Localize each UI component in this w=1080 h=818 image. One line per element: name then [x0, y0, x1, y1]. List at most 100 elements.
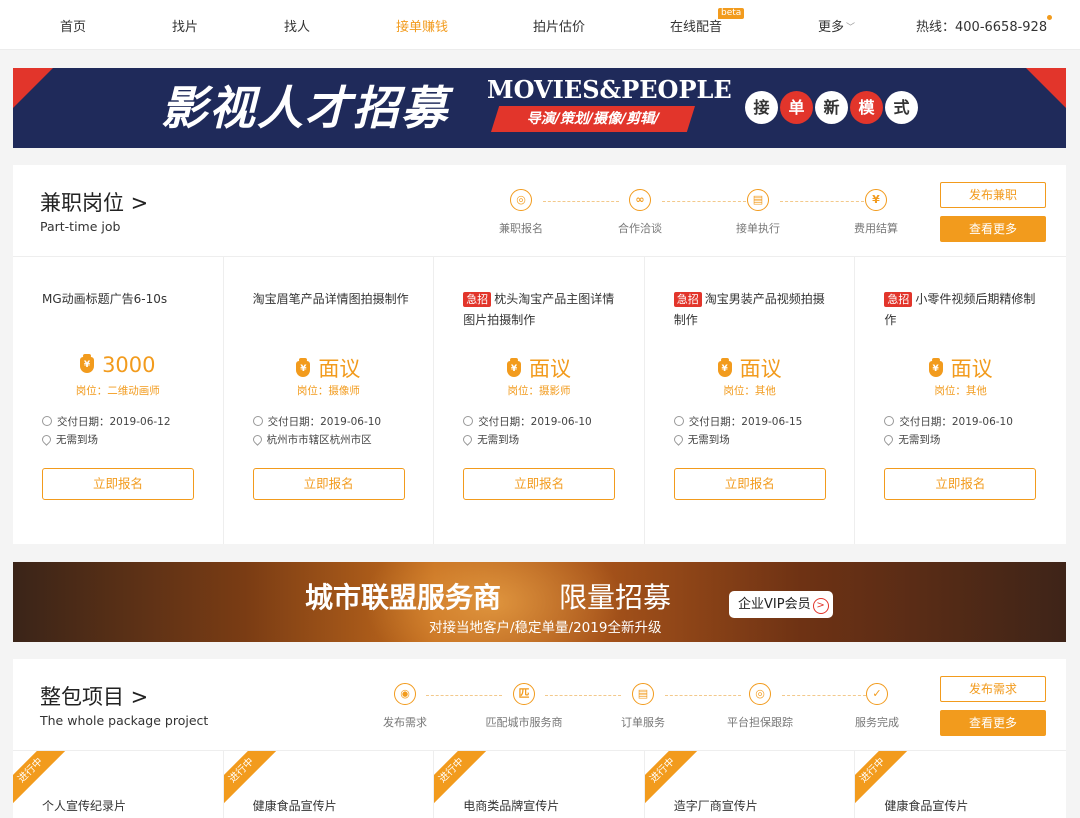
job-price: 面议: [855, 353, 1066, 383]
job-location-text: 无需到场: [898, 434, 941, 446]
job-location: 杭州市市辖区杭州市区: [250, 432, 372, 447]
money-bag-icon: [506, 358, 521, 377]
yuan-icon: ¥: [865, 189, 887, 211]
project-card[interactable]: 进行中 电商类品牌宣传片: [434, 751, 645, 818]
package-header: 整包项目 > The whole package project ◉ 发布需求 …: [13, 659, 1066, 751]
hotline-text: 热线：400-6658-928: [916, 20, 1048, 35]
clock-icon: [673, 416, 684, 426]
vip-label: 企业VIP会员: [738, 597, 811, 612]
step-label: 费用结算: [854, 222, 898, 235]
location-icon: [671, 433, 685, 446]
job-price-value: 面议: [950, 357, 993, 381]
apply-button[interactable]: 立即报名: [252, 468, 405, 500]
project-card[interactable]: 进行中 个人宣传纪录片: [13, 751, 224, 818]
urgent-badge: 急招: [884, 292, 913, 307]
project-card[interactable]: 进行中 健康食品宣传片: [223, 751, 435, 818]
step-order: ▤ 订单服务: [603, 683, 683, 730]
job-date-text: 交付日期：2019-06-10: [899, 416, 1013, 428]
apply-button[interactable]: 立即报名: [42, 468, 194, 500]
job-date-text: 交付日期：2019-06-10: [478, 416, 592, 428]
job-title: MG动画标题广告6-10s: [42, 292, 168, 306]
view-more-button[interactable]: 查看更多: [940, 216, 1046, 242]
beta-badge: beta: [718, 8, 745, 19]
job-location: 无需到场: [461, 432, 520, 447]
job-card[interactable]: MG动画标题广告6-10s 3000 岗位：二维动画师 交付日期：2019-06…: [13, 257, 224, 544]
job-date-text: 交付日期：2019-06-12: [57, 416, 171, 428]
step-publish: ◉ 发布需求: [365, 683, 445, 730]
nav-quote[interactable]: 拍片估价: [533, 16, 585, 35]
money-bag-icon: [717, 358, 732, 377]
hotline-dot: [1047, 15, 1053, 20]
location-icon: [250, 433, 264, 446]
money-bag-icon: [928, 358, 943, 377]
step-label: 匹配城市服务商: [485, 716, 563, 729]
project-title: 造字厂商宣传片: [673, 799, 758, 813]
city-banner-title: 城市联盟服务商: [305, 581, 502, 614]
view-more-button[interactable]: 查看更多: [940, 710, 1046, 736]
publish-demand-button[interactable]: 发布需求: [940, 676, 1046, 702]
apply-button[interactable]: 立即报名: [463, 468, 616, 500]
banner-en-title: MOVIES&PEOPLE: [487, 75, 732, 104]
nav-more-label: 更多: [818, 20, 845, 35]
step-label: 发布需求: [383, 716, 427, 729]
job-price-value: 面议: [318, 357, 361, 381]
mode-char: 模: [850, 91, 883, 124]
top-nav: 首页 找片 找人 接单赚钱 拍片估价 在线配音 beta 更多 ﹀ 热线：400-6…: [0, 0, 1080, 50]
job-card[interactable]: 急招淘宝男装产品视频拍摄制作 面议 岗位：其他 交付日期：2019-06-15 …: [645, 257, 856, 544]
publish-parttime-button[interactable]: 发布兼职: [940, 182, 1046, 208]
step-label: 兼职报名: [499, 222, 543, 235]
step-label: 接单执行: [736, 222, 780, 235]
project-title: 个人宣传纪录片: [42, 799, 127, 813]
money-bag-icon: [80, 354, 95, 373]
nav-earn[interactable]: 接单赚钱: [396, 16, 448, 35]
job-location: 无需到场: [671, 432, 730, 447]
project-card[interactable]: 进行中 健康食品宣传片: [855, 751, 1066, 818]
recruit-banner[interactable]: 影视人才招募 MOVIES&PEOPLE 导演/策划/摄像/剪辑/ 接 单 新 …: [13, 68, 1066, 148]
mode-char: 新: [815, 91, 848, 124]
banner-title: 影视人才招募: [161, 81, 449, 135]
vip-button[interactable]: 企业VIP会员 >: [729, 591, 833, 618]
lightbulb-icon: ◉: [394, 683, 416, 705]
step-settle: ¥ 费用结算: [836, 189, 916, 236]
city-alliance-banner[interactable]: 城市联盟服务商 限量招募 对接当地客户/稳定单量/2019全新升级 企业VIP会…: [13, 562, 1066, 642]
city-banner-limited: 限量招募: [559, 581, 672, 614]
mode-char: 单: [780, 91, 813, 124]
parttime-title[interactable]: 兼职岗位 >: [40, 187, 148, 217]
job-price-value: 3000: [102, 353, 156, 377]
step-negotiate: ∞ 合作洽谈: [600, 189, 680, 236]
step-complete: ✓ 服务完成: [837, 683, 917, 730]
parttime-subtitle: Part-time job: [40, 219, 121, 234]
apply-button[interactable]: 立即报名: [673, 468, 826, 500]
nav-home[interactable]: 首页: [60, 16, 86, 35]
package-card-list: 进行中 个人宣传纪录片 进行中 健康食品宣传片 进行中 电商类品牌宣传片 进行中…: [13, 751, 1066, 818]
nav-dubbing[interactable]: 在线配音 beta: [670, 8, 745, 35]
apply-button[interactable]: 立即报名: [884, 468, 1037, 500]
job-card[interactable]: 淘宝眉笔产品详情图拍摄制作 面议 岗位：摄像师 交付日期：2019-06-10 …: [224, 257, 435, 544]
job-role: 岗位：摄像师: [296, 385, 360, 397]
package-subtitle: The whole package project: [40, 713, 209, 728]
package-title[interactable]: 整包项目 >: [40, 681, 148, 711]
nav-dubbing-label: 在线配音: [670, 20, 723, 35]
step-execute: ▤ 接单执行: [718, 189, 798, 236]
job-location: 无需到场: [40, 432, 98, 447]
project-title: 健康食品宣传片: [884, 799, 969, 813]
project-card[interactable]: 进行中 造字厂商宣传片: [644, 751, 856, 818]
step-label: 订单服务: [621, 716, 665, 729]
job-card[interactable]: 急招小零件视频后期精修制作 面议 岗位：其他 交付日期：2019-06-10 无…: [855, 257, 1066, 544]
job-role: 岗位：其他: [934, 385, 987, 397]
mode-char: 接: [745, 91, 778, 124]
job-card[interactable]: 急招枕头淘宝产品主图详情图片拍摄制作 面议 岗位：摄影师 交付日期：2019-0…: [434, 257, 645, 544]
job-price: 面议: [434, 353, 644, 383]
step-signup: ◎ 兼职报名: [481, 189, 561, 236]
job-location-text: 杭州市市辖区杭州市区: [266, 434, 372, 446]
location-icon: [882, 433, 896, 446]
clock-icon: [252, 416, 263, 426]
check-icon: ✓: [866, 683, 888, 705]
nav-more[interactable]: 更多 ﹀: [818, 16, 855, 35]
clock-icon: [42, 416, 52, 426]
banner-roles: 导演/策划/摄像/剪辑/: [491, 106, 695, 132]
nav-find-people[interactable]: 找人: [284, 16, 310, 35]
job-location-text: 无需到场: [477, 434, 520, 446]
nav-find-videos[interactable]: 找片: [172, 16, 198, 35]
job-date: 交付日期：2019-06-10: [252, 414, 381, 429]
